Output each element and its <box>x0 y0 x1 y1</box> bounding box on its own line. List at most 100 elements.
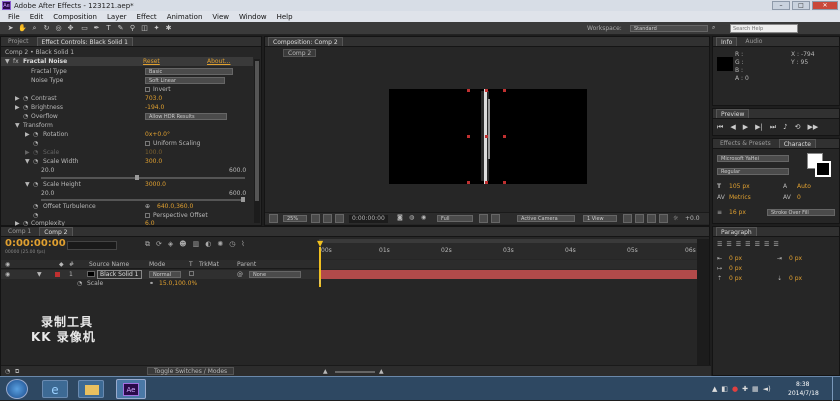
stopwatch-icon[interactable]: ◔ <box>33 202 38 211</box>
rotate-tool-icon[interactable]: ↻ <box>42 24 51 33</box>
menu-composition[interactable]: Composition <box>53 13 97 21</box>
taskbar-ae-button[interactable]: Ae <box>116 379 146 399</box>
stopwatch-icon[interactable]: ◔ <box>33 139 38 148</box>
ie-icon[interactable]: e <box>42 380 68 398</box>
toggle-pixel-icon[interactable] <box>623 214 632 223</box>
rotation-expand-icon[interactable]: ▶ <box>25 130 30 139</box>
explorer-icon[interactable] <box>78 380 104 398</box>
menu-effect[interactable]: Effect <box>137 13 157 21</box>
maximize-button[interactable]: □ <box>792 1 810 10</box>
tab-effect-controls[interactable]: Effect Controls: Black Solid 1 <box>36 37 133 46</box>
loop-icon[interactable]: ⟲ <box>795 123 801 132</box>
leading-value[interactable]: Auto <box>797 183 811 190</box>
stopwatch-icon[interactable]: ◔ <box>23 94 28 103</box>
last-frame-icon[interactable]: ⏭ <box>770 123 776 132</box>
zoom-in-icon[interactable]: ▲ <box>379 368 384 375</box>
pen-tool-icon[interactable]: ✒ <box>92 24 101 33</box>
start-button[interactable] <box>6 379 28 399</box>
justify-all-icon[interactable]: ☰ <box>773 241 778 248</box>
brightness-expand-icon[interactable]: ▶ <box>15 103 20 112</box>
layer-name[interactable]: Black Solid 1 <box>97 270 142 279</box>
expand-arrow-icon[interactable]: ▼ <box>5 57 10 66</box>
graph-editor-icon[interactable]: ⌇ <box>241 240 244 249</box>
about-link[interactable]: About... <box>207 57 230 66</box>
scale-width-slider[interactable] <box>41 175 245 180</box>
font-size-value[interactable]: 105 px <box>729 183 750 190</box>
mask-icon[interactable] <box>335 214 344 223</box>
preserve-transparency-checkbox[interactable] <box>189 271 194 276</box>
clock-time[interactable]: 8:38 <box>796 381 809 388</box>
tab-composition[interactable]: Composition: Comp 2 <box>268 37 343 46</box>
uniform-scaling-checkbox[interactable] <box>145 141 150 146</box>
stroke-size-value[interactable]: 16 px <box>729 209 746 216</box>
menu-file[interactable]: File <box>8 13 20 21</box>
tray-settings-icon[interactable]: ✚ <box>742 385 748 393</box>
eraser-tool-icon[interactable]: ◫ <box>140 24 149 33</box>
scale-height-value[interactable]: 3000.0 <box>145 180 166 189</box>
menu-edit[interactable]: Edit <box>30 13 44 21</box>
close-button[interactable]: ✕ <box>812 1 838 10</box>
indent-left-value[interactable]: 0 px <box>729 255 742 262</box>
playhead-marker-icon[interactable]: ▼ <box>317 239 323 248</box>
scrollbar-thumb[interactable] <box>255 61 259 201</box>
menu-view[interactable]: View <box>212 13 229 21</box>
time-ruler[interactable]: 00s 01s 02s 03s 04s 05s 06s <box>319 239 697 259</box>
contrast-expand-icon[interactable]: ▶ <box>15 94 20 103</box>
show-snapshot-icon[interactable]: ◍ <box>409 214 414 221</box>
prev-frame-icon[interactable]: ◀ <box>730 123 735 132</box>
fast-preview-icon[interactable] <box>635 214 644 223</box>
reset-link[interactable]: Reset <box>143 57 160 66</box>
roto-brush-tool-icon[interactable]: ✦ <box>152 24 161 33</box>
kerning-value[interactable]: Metrics <box>729 194 751 201</box>
menu-window[interactable]: Window <box>239 13 267 21</box>
tab-comp-1[interactable]: Comp 1 <box>4 227 35 236</box>
stopwatch-icon[interactable]: ◔ <box>33 130 38 139</box>
stopwatch-icon[interactable]: ◔ <box>23 103 28 112</box>
font-family-select[interactable]: Microsoft YaHei <box>717 155 789 162</box>
space-after-value[interactable]: 0 px <box>789 275 802 282</box>
scale-value[interactable]: 100.0 <box>145 148 162 157</box>
align-right-icon[interactable]: ☰ <box>736 241 741 248</box>
justify-right-icon[interactable]: ☰ <box>764 241 769 248</box>
zoom-tool-icon[interactable]: ⌕ <box>30 24 39 33</box>
menu-help[interactable]: Help <box>277 13 293 21</box>
tab-effects-presets[interactable]: Effects & Presets <box>716 139 775 148</box>
expand-switches-icon[interactable]: ⧉ <box>15 368 19 376</box>
zoom-out-icon[interactable]: ▲ <box>323 368 328 375</box>
show-desktop-button[interactable] <box>832 377 840 401</box>
tab-info[interactable]: Info <box>716 37 738 46</box>
comp-mini-flowchart-icon[interactable]: ⧉ <box>145 240 150 249</box>
brush-tool-icon[interactable]: ✎ <box>116 24 125 33</box>
layer-expand-icon[interactable]: ▼ <box>37 271 42 278</box>
volume-icon[interactable]: ◄) <box>763 385 771 393</box>
tray-arrow-icon[interactable]: ▲ <box>712 385 717 393</box>
ram-preview-icon[interactable]: ▶▶ <box>808 123 819 132</box>
viewer-timecode[interactable]: 0:00:00:00 <box>349 215 388 223</box>
comp-subtab[interactable]: Comp 2 <box>283 49 317 57</box>
viewer-canvas[interactable] <box>265 58 709 208</box>
transform-expand-icon[interactable]: ▼ <box>15 121 20 130</box>
align-center-icon[interactable]: ☰ <box>726 241 731 248</box>
frame-blending-icon[interactable]: ▥ <box>193 240 200 249</box>
keyframe-navigator-icon[interactable]: I <box>319 279 321 286</box>
layer-mode-select[interactable]: Normal <box>149 271 181 278</box>
mode-column[interactable]: Mode <box>149 261 165 268</box>
puppet-tool-icon[interactable]: ✱ <box>164 24 173 33</box>
hide-shy-icon[interactable]: ☻ <box>179 240 186 249</box>
resolution-icon[interactable] <box>311 214 320 223</box>
scale-height-slider[interactable] <box>41 197 245 202</box>
pan-behind-tool-icon[interactable]: ✥ <box>66 24 75 33</box>
effect-controls-scrollbar[interactable] <box>254 59 260 223</box>
motion-blur-icon[interactable]: ◐ <box>205 240 211 249</box>
exposure-value[interactable]: +0.0 <box>685 215 700 222</box>
source-name-column[interactable]: Source Name <box>89 261 129 268</box>
scale-width-expand-icon[interactable]: ▼ <box>25 157 30 166</box>
camera-select[interactable]: Active Camera <box>517 215 575 222</box>
scale-expand-icon[interactable]: ▶ <box>25 148 30 157</box>
scale-width-value[interactable]: 300.0 <box>145 157 162 166</box>
hand-tool-icon[interactable]: ✋ <box>18 24 27 33</box>
font-style-select[interactable]: Regular <box>717 168 789 175</box>
first-frame-icon[interactable]: ⏮ <box>717 123 723 132</box>
link-icon[interactable]: ⚭ <box>149 280 154 287</box>
minimize-button[interactable]: – <box>772 1 790 10</box>
